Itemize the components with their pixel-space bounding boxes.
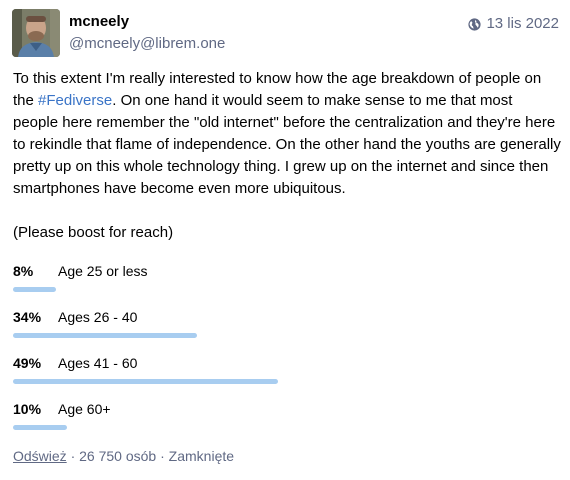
avatar[interactable]	[12, 9, 60, 57]
account-handle[interactable]: @mcneely@librem.one	[69, 35, 225, 53]
poll-option: 8% Age 25 or less	[13, 262, 561, 308]
poll-option-bar	[13, 287, 56, 292]
footer-separator: ·	[66, 448, 80, 464]
poll-footer: Odśwież · 26 750 osób · Zamknięte	[13, 447, 234, 465]
poll-option: 49% Ages 41 - 60	[13, 354, 561, 400]
poll: 8% Age 25 or less 34% Ages 26 - 40 49% A…	[13, 262, 561, 446]
poll-option-bar	[13, 379, 278, 384]
status-content: To this extent I'm really interested to …	[13, 68, 561, 244]
refresh-button[interactable]: Odśwież	[13, 448, 67, 464]
status-post: mcneely @mcneely@librem.one 13 lis 2022 …	[0, 0, 570, 480]
avatar-image	[12, 9, 60, 57]
poll-option-percent: 10%	[13, 401, 42, 417]
poll-option-percent: 49%	[13, 355, 42, 371]
poll-option-label: Ages 26 - 40	[58, 309, 138, 325]
poll-option-percent: 34%	[13, 309, 42, 325]
hashtag-link[interactable]: #Fediverse	[38, 92, 112, 109]
poll-option: 10% Age 60+	[13, 400, 561, 446]
display-name[interactable]: mcneely	[69, 13, 129, 31]
poll-option: 34% Ages 26 - 40	[13, 308, 561, 354]
poll-option-bar	[13, 425, 67, 430]
poll-voters-count: 26 750 osób	[79, 448, 157, 464]
globe-icon	[468, 17, 482, 31]
poll-status: Zamknięte	[168, 448, 235, 464]
timestamp-link[interactable]: 13 lis 2022	[468, 15, 559, 33]
timestamp-text: 13 lis 2022	[486, 15, 559, 32]
poll-option-label: Age 60+	[58, 401, 111, 417]
poll-option-label: Age 25 or less	[58, 263, 148, 279]
footer-separator: ·	[156, 448, 169, 464]
poll-option-percent: 8%	[13, 263, 34, 279]
content-paragraph: (Please boost for reach)	[13, 224, 174, 241]
content-paragraph: To this extent I'm really interested to …	[13, 68, 561, 200]
poll-option-label: Ages 41 - 60	[58, 355, 138, 371]
poll-option-bar	[13, 333, 197, 338]
